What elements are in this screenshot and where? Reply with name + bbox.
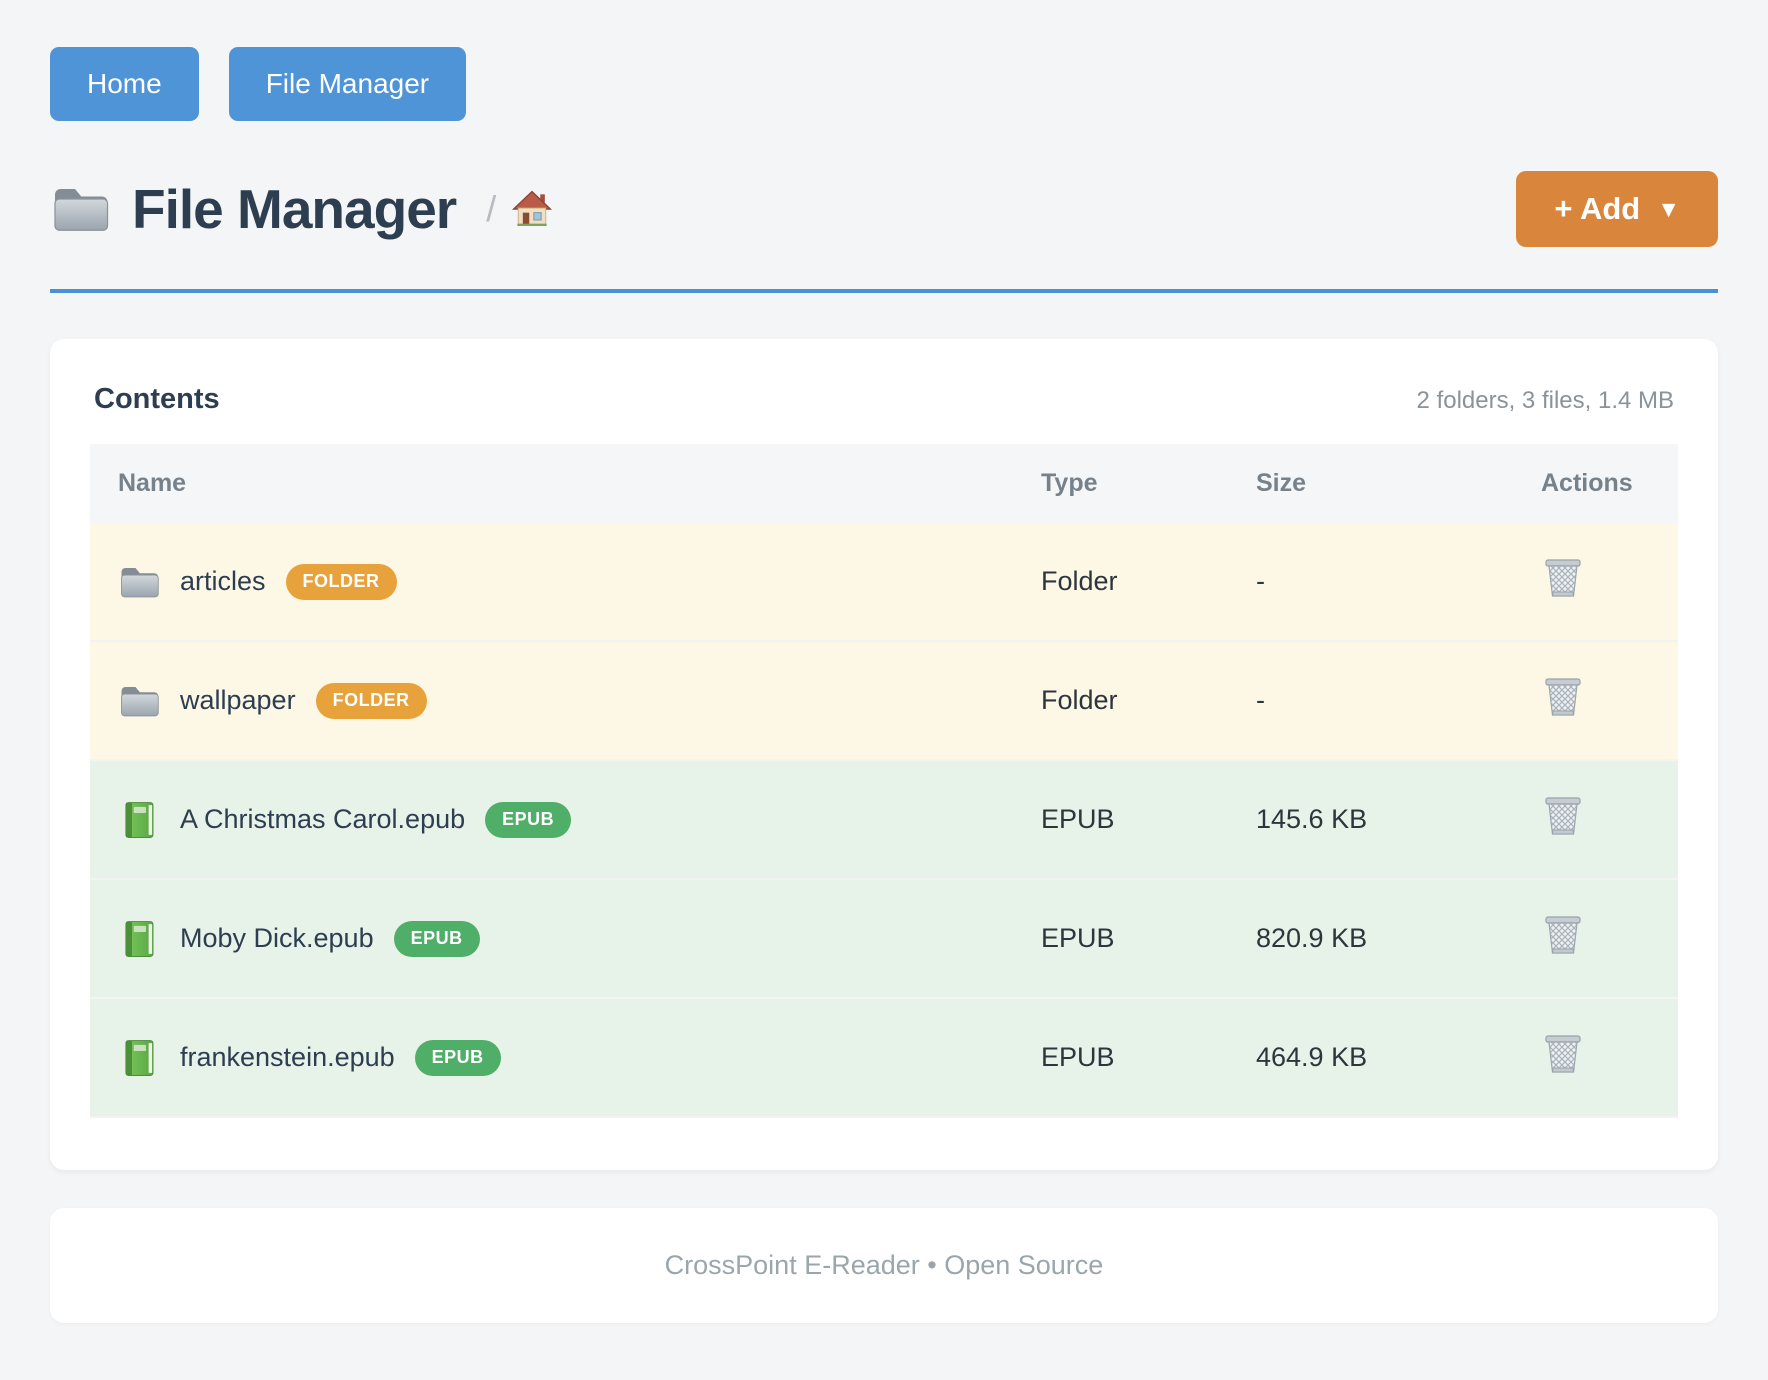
table-row: A Christmas Carol.epub EPUB EPUB 145.6 K… [90,760,1678,879]
caret-down-icon: ▼ [1657,198,1680,221]
page-title: File Manager [132,177,456,241]
page-header: File Manager / + Add ▼ [50,171,1718,247]
type-cell: EPUB [1013,760,1228,879]
table-row: articles FOLDER Folder - [90,523,1678,641]
contents-title: Contents [94,383,220,416]
file-manager-button[interactable]: File Manager [229,47,466,121]
column-header-name: Name [90,444,1013,523]
breadcrumb: / [486,187,554,231]
footer: CrossPoint E-Reader • Open Source [50,1208,1718,1323]
epub-badge: EPUB [415,1040,501,1076]
file-name-link[interactable]: A Christmas Carol.epub [180,804,465,835]
folder-badge: FOLDER [286,564,397,600]
delete-button[interactable] [1541,556,1585,600]
type-cell: Folder [1013,523,1228,641]
wastebasket-icon [1541,913,1585,957]
size-cell: - [1228,523,1513,641]
size-cell: 145.6 KB [1228,760,1513,879]
top-nav: Home File Manager [50,47,1718,121]
column-header-actions: Actions [1513,444,1678,523]
contents-card: Contents 2 folders, 3 files, 1.4 MB Name… [50,339,1718,1170]
folder-icon [50,179,110,239]
type-cell: EPUB [1013,998,1228,1117]
breadcrumb-separator: / [486,188,496,230]
wastebasket-icon [1541,794,1585,838]
file-table: Name Type Size Actions articles FOLDER F… [90,444,1678,1118]
book-icon [118,918,160,960]
page-title-group: File Manager / [50,177,554,241]
epub-badge: EPUB [394,921,480,957]
wastebasket-icon [1541,1032,1585,1076]
add-button-label: + Add [1554,191,1640,227]
header-divider [50,289,1718,293]
column-header-type: Type [1013,444,1228,523]
type-cell: EPUB [1013,879,1228,998]
wastebasket-icon [1541,556,1585,600]
home-button[interactable]: Home [50,47,199,121]
folder-icon [118,561,160,603]
delete-button[interactable] [1541,913,1585,957]
add-button[interactable]: + Add ▼ [1516,171,1718,247]
folder-icon [118,680,160,722]
size-cell: 464.9 KB [1228,998,1513,1117]
delete-button[interactable] [1541,1032,1585,1076]
column-header-size: Size [1228,444,1513,523]
file-name-link[interactable]: articles [180,566,266,597]
house-icon[interactable] [510,187,554,231]
folder-badge: FOLDER [316,683,427,719]
delete-button[interactable] [1541,675,1585,719]
file-name-link[interactable]: frankenstein.epub [180,1042,395,1073]
delete-button[interactable] [1541,794,1585,838]
table-header-row: Name Type Size Actions [90,444,1678,523]
table-row: Moby Dick.epub EPUB EPUB 820.9 KB [90,879,1678,998]
contents-card-header: Contents 2 folders, 3 files, 1.4 MB [90,383,1678,416]
book-icon [118,799,160,841]
file-name-link[interactable]: Moby Dick.epub [180,923,374,954]
contents-summary: 2 folders, 3 files, 1.4 MB [1417,387,1674,415]
book-icon [118,1037,160,1079]
file-name-link[interactable]: wallpaper [180,685,296,716]
size-cell: 820.9 KB [1228,879,1513,998]
footer-text: CrossPoint E-Reader • Open Source [665,1250,1104,1280]
wastebasket-icon [1541,675,1585,719]
type-cell: Folder [1013,641,1228,760]
size-cell: - [1228,641,1513,760]
table-row: wallpaper FOLDER Folder - [90,641,1678,760]
table-row: frankenstein.epub EPUB EPUB 464.9 KB [90,998,1678,1117]
epub-badge: EPUB [485,802,571,838]
